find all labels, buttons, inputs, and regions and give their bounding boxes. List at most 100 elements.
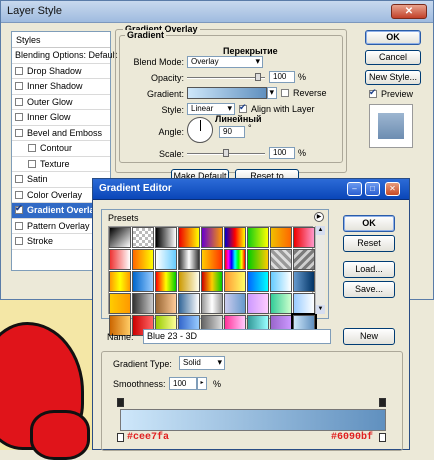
preset-swatch[interactable] (201, 249, 223, 270)
scale-input[interactable]: 100 (269, 147, 295, 159)
close-icon[interactable]: ✕ (385, 182, 400, 196)
gradient-type-select[interactable]: Solid (179, 356, 225, 370)
preset-swatch[interactable] (178, 271, 200, 292)
preset-swatch[interactable] (293, 271, 315, 292)
gradient-editor-titlebar[interactable]: Gradient Editor ‒ □ ✕ (93, 179, 409, 200)
presets-scrollbar[interactable]: ▲ ▼ (315, 226, 325, 314)
angle-dial[interactable] (187, 117, 213, 143)
preset-swatch[interactable] (178, 249, 200, 270)
style-item[interactable]: Bevel and Emboss (12, 126, 110, 141)
presets-menu-icon[interactable]: ▶ (314, 212, 324, 222)
opacity-stop-right[interactable] (379, 398, 386, 407)
preset-swatch[interactable] (178, 293, 200, 314)
reverse-checkbox[interactable] (281, 89, 289, 97)
preset-swatch[interactable] (270, 293, 292, 314)
style-item-checkbox[interactable] (15, 113, 23, 122)
preset-swatch[interactable] (224, 271, 246, 292)
gradient-ok-button[interactable]: OK (343, 215, 395, 232)
angle-input[interactable]: 90 (219, 126, 245, 138)
cancel-button[interactable]: Cancel (365, 50, 421, 65)
style-item[interactable]: Blending Options: Default (12, 48, 117, 64)
minimize-icon[interactable]: ‒ (347, 182, 362, 196)
color-stop-right[interactable] (379, 433, 386, 442)
style-item-checkbox[interactable] (28, 144, 36, 153)
preset-swatch[interactable] (132, 249, 154, 270)
style-item-checkbox[interactable] (15, 66, 23, 75)
style-label: Style: (161, 105, 184, 115)
gradient-save-button[interactable]: Save... (343, 281, 395, 298)
preset-swatch[interactable] (224, 293, 246, 314)
style-item-checkbox[interactable] (28, 159, 36, 168)
gradient-picker[interactable] (187, 87, 267, 99)
preset-swatch[interactable] (132, 293, 154, 314)
style-item[interactable]: Outer Glow (12, 95, 110, 110)
align-checkbox[interactable] (239, 102, 247, 113)
new-style-button[interactable]: New Style... (365, 70, 421, 85)
preset-swatch[interactable] (247, 227, 269, 248)
preset-swatch[interactable] (247, 271, 269, 292)
style-item[interactable]: Contour (12, 141, 110, 157)
preview-checkbox[interactable] (369, 87, 377, 98)
ok-button[interactable]: OK (365, 30, 421, 45)
preset-swatch[interactable] (109, 293, 131, 314)
preset-swatch[interactable] (270, 249, 292, 270)
new-gradient-button[interactable]: New (343, 328, 395, 345)
opacity-slider-thumb[interactable] (255, 73, 262, 81)
scale-slider-thumb[interactable] (223, 149, 229, 157)
color-stop-left[interactable] (117, 433, 124, 442)
preset-swatch[interactable] (155, 271, 177, 292)
style-item-checkbox[interactable] (15, 82, 23, 91)
scroll-down-icon[interactable]: ▼ (316, 305, 325, 314)
preset-swatch[interactable] (109, 249, 131, 270)
opacity-percent: % (298, 72, 307, 82)
gradient-reset-button[interactable]: Reset (343, 235, 395, 252)
style-item-checkbox[interactable] (15, 128, 23, 137)
scroll-up-icon[interactable]: ▲ (316, 226, 325, 235)
gradient-dropdown[interactable] (267, 87, 277, 99)
close-icon[interactable]: ✕ (391, 4, 427, 19)
preset-swatch[interactable] (270, 227, 292, 248)
preset-swatch[interactable] (155, 249, 177, 270)
opacity-slider[interactable] (187, 73, 265, 81)
gradient-bar[interactable] (120, 409, 386, 431)
style-item[interactable]: Drop Shadow (12, 64, 110, 79)
style-item-checkbox[interactable] (15, 190, 23, 199)
smoothness-input[interactable]: 100 (169, 377, 197, 390)
preset-swatch[interactable] (132, 227, 154, 248)
preset-swatch[interactable] (224, 249, 246, 270)
style-item[interactable]: Inner Shadow (12, 79, 110, 95)
smoothness-arrow-icon[interactable]: ▸ (197, 377, 207, 390)
style-item-checkbox[interactable] (15, 97, 23, 106)
style-item-checkbox[interactable] (15, 221, 23, 230)
preset-swatch[interactable] (270, 271, 292, 292)
preset-swatch[interactable] (224, 227, 246, 248)
preset-swatch[interactable] (155, 227, 177, 248)
gradient-load-button[interactable]: Load... (343, 261, 395, 278)
style-item[interactable]: Inner Glow (12, 110, 110, 126)
style-item-checkbox[interactable] (15, 237, 23, 246)
preset-swatch[interactable] (109, 271, 131, 292)
style-item-checkbox[interactable] (15, 203, 23, 215)
layer-style-titlebar[interactable]: Layer Style ✕ (1, 1, 433, 23)
name-input[interactable]: Blue 23 - 3D (143, 329, 331, 344)
preset-swatch[interactable] (201, 271, 223, 292)
preset-swatch[interactable] (201, 293, 223, 314)
preset-swatch[interactable] (178, 227, 200, 248)
preset-swatch[interactable] (247, 249, 269, 270)
preset-swatch[interactable] (155, 293, 177, 314)
style-item[interactable]: Texture (12, 157, 110, 172)
preset-swatch[interactable] (293, 249, 315, 270)
blend-mode-select[interactable]: Overlay (187, 56, 263, 68)
preset-swatch[interactable] (293, 293, 315, 314)
preset-swatch[interactable] (201, 227, 223, 248)
styles-list-header[interactable]: Styles (12, 32, 110, 48)
scale-slider[interactable] (187, 149, 265, 157)
style-item-checkbox[interactable] (15, 175, 23, 184)
opacity-input[interactable]: 100 (269, 71, 295, 83)
preset-swatch[interactable] (109, 227, 131, 248)
maximize-icon[interactable]: □ (365, 182, 380, 196)
preset-swatch[interactable] (293, 227, 315, 248)
opacity-stop-left[interactable] (117, 398, 124, 407)
preset-swatch[interactable] (247, 293, 269, 314)
preset-swatch[interactable] (132, 271, 154, 292)
